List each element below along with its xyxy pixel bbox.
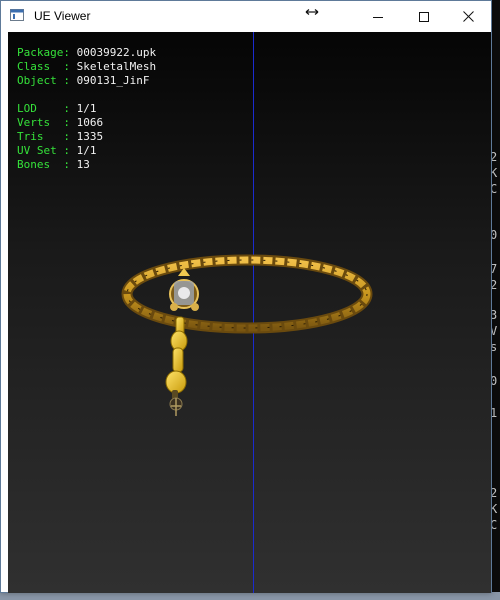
info-label: LOD : — [17, 102, 70, 115]
info-verts: Verts : 1066 — [17, 116, 156, 130]
info-label: Object : — [17, 74, 70, 87]
info-value: 1335 — [76, 130, 104, 143]
info-value: 1066 — [76, 116, 104, 129]
info-value: SkeletalMesh — [76, 60, 157, 73]
title-bar[interactable]: UE Viewer — [1, 1, 491, 32]
info-label: Tris : — [17, 130, 70, 143]
info-label: Class : — [17, 60, 70, 73]
minimize-button[interactable] — [355, 1, 401, 32]
info-value: 090131_JinF — [76, 74, 150, 87]
info-uvset: UV Set : 1/1 — [17, 144, 156, 158]
maximize-icon — [419, 11, 429, 22]
close-button[interactable] — [445, 1, 491, 32]
info-class: Class : SkeletalMesh — [17, 60, 156, 74]
close-icon — [462, 11, 474, 22]
info-value: 00039922.upk — [76, 46, 157, 59]
mesh-info-panel: Package: 00039922.upk Class : SkeletalMe… — [17, 46, 156, 172]
info-tris: Tris : 1335 — [17, 130, 156, 144]
move-icon — [305, 9, 319, 15]
maximize-button[interactable] — [401, 1, 447, 32]
info-value: 13 — [76, 158, 90, 171]
info-value: 1/1 — [76, 144, 97, 157]
window-title: UE Viewer — [34, 9, 91, 23]
taskbar-strip — [0, 592, 500, 600]
info-object: Object : 090131_JinF — [17, 74, 156, 88]
info-label: UV Set : — [17, 144, 70, 157]
info-bones: Bones : 13 — [17, 158, 156, 172]
ue-viewer-window[interactable]: UE Viewer Package: 00039922.upk Class: … — [0, 0, 492, 593]
info-package: Package: 00039922.upk — [17, 46, 156, 60]
3d-viewport[interactable]: Package: 00039922.upk Class : SkeletalMe… — [8, 32, 491, 593]
info-value: 1/1 — [76, 102, 97, 115]
info-label: Bones : — [17, 158, 70, 171]
info-label: Package: — [17, 46, 70, 59]
app-icon[interactable] — [10, 9, 24, 21]
minimize-icon — [373, 16, 383, 18]
info-label: Verts : — [17, 116, 70, 129]
info-lod: LOD : 1/1 — [17, 102, 156, 116]
